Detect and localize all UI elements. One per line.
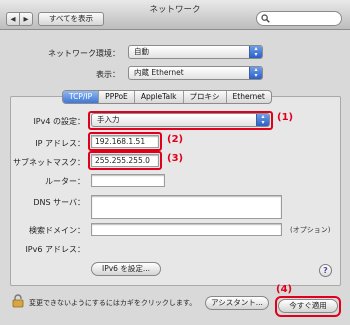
forward-icon[interactable]: ▶ xyxy=(20,13,32,25)
router-field[interactable] xyxy=(91,174,165,187)
search-domains-field[interactable] xyxy=(91,223,282,236)
tab-pppoe[interactable]: PPPoE xyxy=(99,91,135,103)
assist-me-button[interactable]: アシスタント... xyxy=(205,296,269,310)
show-popup[interactable]: 内蔵 Ethernet ▴ ▾ xyxy=(128,66,263,80)
tab-bar: TCP/IP PPPoE AppleTalk プロキシ Ethernet xyxy=(62,90,272,104)
search-field[interactable] xyxy=(256,11,342,26)
annotation-label-3: (3) xyxy=(167,153,184,164)
location-label: ネットワーク環境： xyxy=(48,49,120,58)
annotation-label-2: (2) xyxy=(167,134,184,145)
tab-ethernet[interactable]: Ethernet xyxy=(227,91,271,103)
search-input[interactable] xyxy=(272,13,340,26)
search-domains-label: 検索ドメイン： xyxy=(29,226,85,235)
annotation-label-4: (4) xyxy=(276,284,293,295)
popup-arrows-icon: ▴ ▾ xyxy=(249,46,262,58)
configure-ipv6-button[interactable]: IPv6 を設定... xyxy=(91,262,161,276)
configure-ipv4-value: 手入力 xyxy=(97,115,120,124)
tab-tcpip[interactable]: TCP/IP xyxy=(63,91,100,103)
tab-appletalk[interactable]: AppleTalk xyxy=(135,91,184,103)
show-all-button[interactable]: すべてを表示 xyxy=(38,12,104,26)
popup-arrows-icon: ▴ ▾ xyxy=(249,67,262,79)
ip-address-label: IP アドレス： xyxy=(35,139,85,148)
show-label: 表示： xyxy=(96,70,120,79)
configure-ipv4-popup[interactable]: 手入力 ▴ ▾ xyxy=(91,113,270,127)
back-forward-control[interactable]: ◀ ▶ xyxy=(6,12,33,26)
dns-servers-label: DNS サーバ： xyxy=(33,198,85,207)
apply-now-button[interactable]: 今すぐ適用 xyxy=(278,299,338,313)
configure-ipv4-label: IPv4 の設定： xyxy=(33,117,85,126)
ipv6-address-label: IPv6 アドレス： xyxy=(25,245,85,254)
back-icon[interactable]: ◀ xyxy=(7,13,20,25)
location-popup[interactable]: 自動 ▴ ▾ xyxy=(128,45,263,59)
ip-address-field[interactable]: 192.168.1.51 xyxy=(91,135,159,148)
window-toolbar: ネットワーク ◀ ▶ すべてを表示 xyxy=(0,0,350,30)
tab-proxies[interactable]: プロキシ xyxy=(184,91,227,103)
annotation-label-1: (1) xyxy=(277,112,294,123)
location-value: 自動 xyxy=(134,47,149,56)
optional-label: (オプション) xyxy=(290,226,331,234)
subnet-mask-field[interactable]: 255.255.255.0 xyxy=(91,154,159,167)
popup-arrows-icon: ▴ ▾ xyxy=(256,114,269,126)
lock-icon[interactable] xyxy=(12,294,24,308)
search-icon xyxy=(261,14,270,23)
dns-servers-field[interactable] xyxy=(91,195,282,219)
lock-message: 変更できないようにするにはカギをクリックします。 xyxy=(29,299,197,307)
router-label: ルーター： xyxy=(45,177,85,186)
subnet-mask-label: サブネットマスク： xyxy=(13,158,85,167)
help-button[interactable]: ? xyxy=(319,264,332,277)
show-value: 内蔵 Ethernet xyxy=(134,68,184,77)
